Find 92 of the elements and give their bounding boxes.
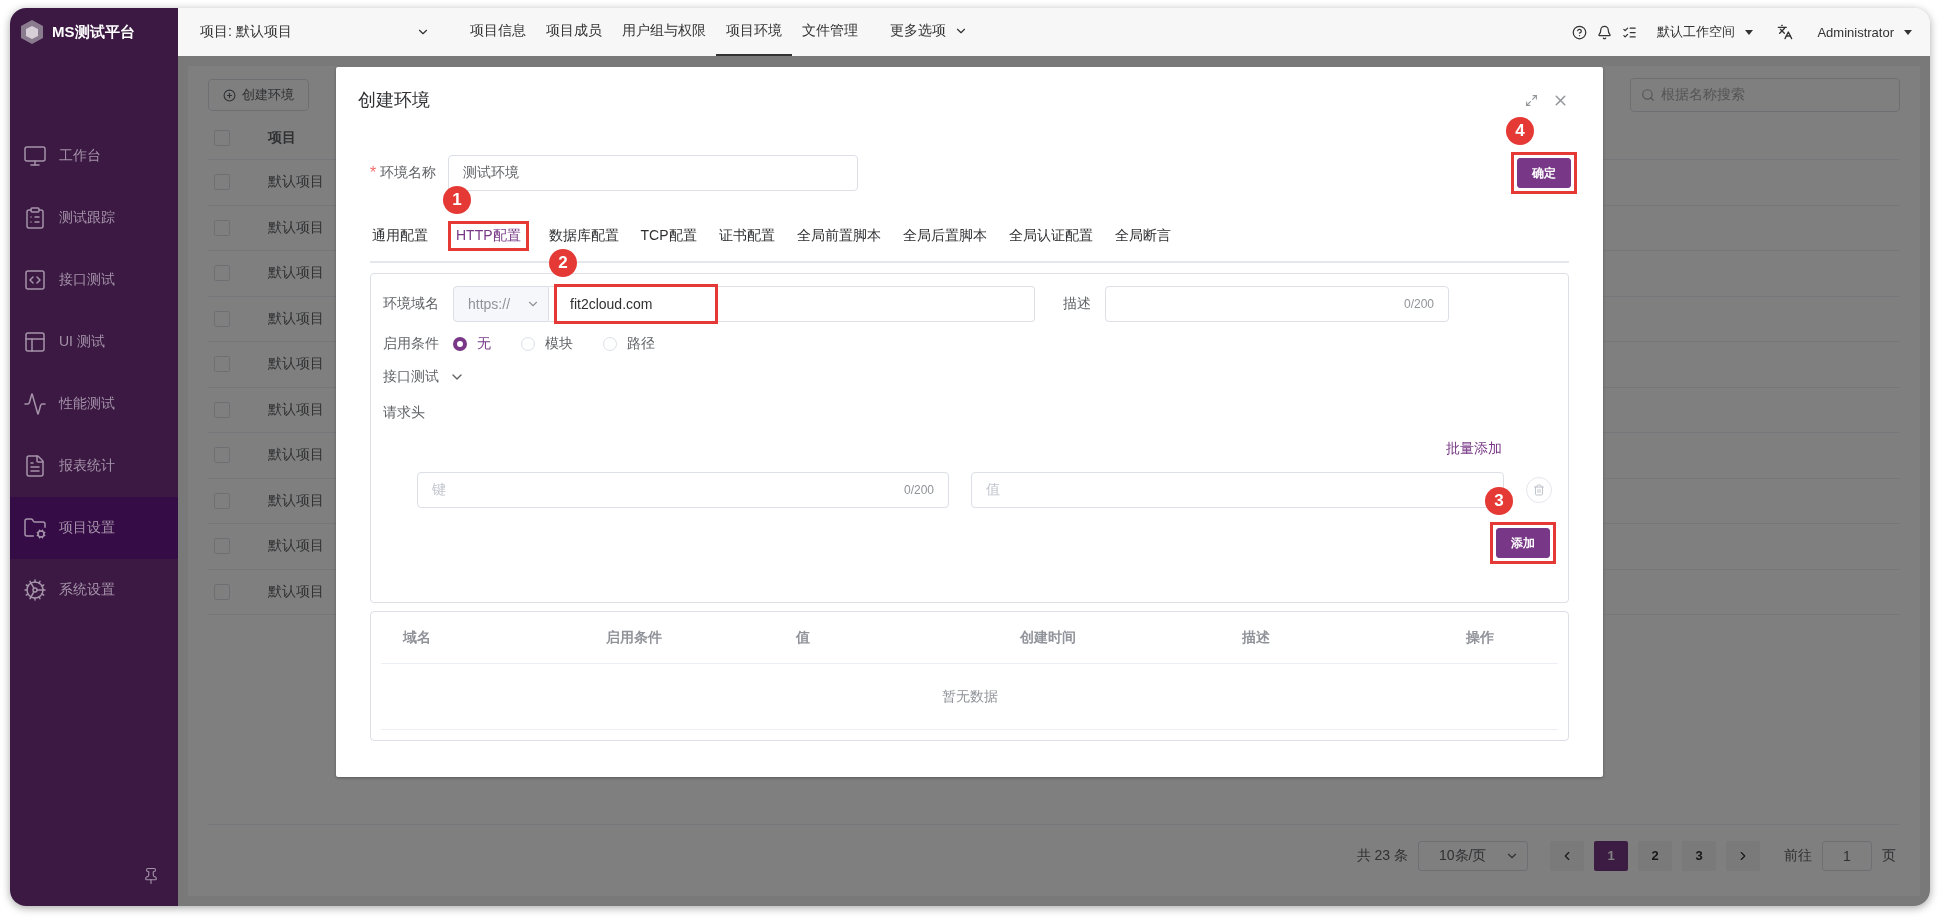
sidebar-item[interactable]: 项目设置 [10, 497, 178, 559]
field-label: 环境名称 [380, 164, 437, 182]
condition-radio[interactable]: 模块 [521, 335, 573, 353]
sidebar-item-icon [23, 578, 47, 602]
table-cell: 默认项目 [268, 491, 324, 510]
step-badge: 1 [443, 186, 471, 214]
column-header: 创建时间 [1020, 628, 1077, 647]
caret-down-icon[interactable] [1745, 29, 1754, 35]
step-badge: 3 [1485, 487, 1513, 515]
condition-radio[interactable]: 路径 [603, 335, 655, 353]
sidebar-item-icon [23, 454, 47, 478]
config-tab[interactable]: 全局前置脚本 [794, 227, 883, 245]
trash-icon [1533, 484, 1545, 496]
checklist-icon[interactable] [1622, 24, 1638, 40]
prev-page-button[interactable] [1550, 840, 1584, 871]
pin-icon[interactable] [142, 867, 160, 885]
table-cell: 默认项目 [268, 309, 324, 328]
page-suffix: 页 [1882, 846, 1896, 865]
more-menu[interactable]: 更多选项 [880, 8, 978, 56]
sidebar-item[interactable]: 工作台 [10, 125, 178, 187]
field-label: 描述 [1063, 295, 1091, 313]
project-select[interactable]: 项目: 默认项目 [200, 23, 430, 41]
config-tab[interactable]: 全局认证配置 [1006, 227, 1095, 245]
module-select[interactable]: 接口测试 [383, 364, 1556, 390]
nav-tab[interactable]: 文件管理 [792, 8, 868, 56]
nav-tab[interactable]: 项目成员 [536, 8, 612, 56]
table-cell: 默认项目 [268, 355, 324, 374]
config-tab[interactable]: 数据库配置 [546, 227, 621, 245]
bell-icon[interactable] [1597, 24, 1613, 40]
column-header: 操作 [1466, 628, 1495, 647]
config-tab[interactable]: 全局断言 [1112, 227, 1173, 245]
field-label: 启用条件 [383, 335, 439, 353]
sidebar-item-icon [23, 206, 47, 230]
workspace-select[interactable]: 默认工作空间 [1657, 23, 1736, 41]
table-cell: 默认项目 [268, 218, 324, 237]
language-icon[interactable] [1777, 24, 1794, 40]
column-header: 值 [796, 628, 811, 647]
user-menu[interactable]: Administrator [1817, 24, 1894, 40]
page-button[interactable]: 3 [1682, 840, 1716, 871]
sidebar-item[interactable]: 接口测试 [10, 249, 178, 311]
caret-down-icon[interactable] [1904, 29, 1912, 35]
config-tab[interactable]: 通用配置 [370, 227, 430, 245]
sidebar-item[interactable]: 测试跟踪 [10, 187, 178, 249]
config-tab[interactable]: 证书配置 [716, 227, 777, 245]
sidebar-item-icon [23, 516, 47, 540]
search-icon [1641, 88, 1655, 102]
table-cell: 默认项目 [268, 446, 324, 465]
empty-message: 暂无数据 [941, 687, 998, 706]
confirm-button[interactable]: 确定 [1517, 158, 1571, 188]
page-button[interactable]: 1 [1594, 840, 1628, 871]
next-page-button[interactable] [1726, 840, 1760, 871]
step-badge: 4 [1506, 117, 1534, 145]
required-mark: * [370, 164, 377, 182]
add-button[interactable]: 添加 [1496, 528, 1550, 558]
sidebar-item[interactable]: 报表统计 [10, 435, 178, 497]
field-label: 环境域名 [383, 295, 439, 313]
config-tab[interactable]: 全局后置脚本 [900, 227, 989, 245]
section-title: 请求头 [383, 404, 426, 422]
table-cell: 默认项目 [268, 400, 324, 419]
column-header: 启用条件 [606, 628, 663, 647]
bulk-add-link[interactable]: 批量添加 [1446, 440, 1502, 458]
sidebar-item-icon [23, 268, 47, 292]
plus-icon [223, 88, 236, 102]
table-cell: 默认项目 [268, 582, 324, 601]
sidebar-item[interactable]: UI 测试 [10, 311, 178, 373]
config-tab[interactable]: TCP配置 [638, 227, 699, 245]
table-cell: 默认项目 [268, 537, 324, 556]
environment-name-field[interactable]: 测试环境 [448, 155, 859, 191]
table-cell: 默认项目 [268, 264, 324, 283]
sidebar-item-icon [23, 144, 47, 168]
domain-value: fit2cloud.com [569, 295, 654, 314]
nav-tab[interactable]: 项目信息 [460, 8, 536, 56]
sidebar-item-icon [23, 330, 47, 354]
brand-name: MS测试平台 [52, 22, 135, 42]
condition-radio[interactable]: 无 [453, 335, 491, 353]
nav-tab[interactable]: 用户组与权限 [612, 8, 716, 56]
config-tab[interactable]: HTTP配置 [454, 227, 523, 245]
table-cell: 默认项目 [268, 173, 324, 192]
total-count: 共 23 条 [1356, 846, 1408, 865]
sidebar-item[interactable]: 系统设置 [10, 559, 178, 621]
goto-label: 前往 [1784, 846, 1812, 865]
column-header: 描述 [1242, 628, 1271, 647]
sidebar-item-icon [23, 392, 47, 416]
step-badge: 2 [549, 249, 577, 277]
page-button[interactable]: 2 [1638, 840, 1672, 871]
dialog-title: 创建环境 [358, 89, 430, 112]
sidebar-item[interactable]: 性能测试 [10, 373, 178, 435]
column-header: 项目 [268, 128, 296, 147]
column-header: 域名 [403, 628, 432, 647]
help-icon[interactable] [1572, 24, 1588, 40]
expand-icon[interactable] [1525, 93, 1538, 107]
logo-icon [18, 18, 46, 46]
